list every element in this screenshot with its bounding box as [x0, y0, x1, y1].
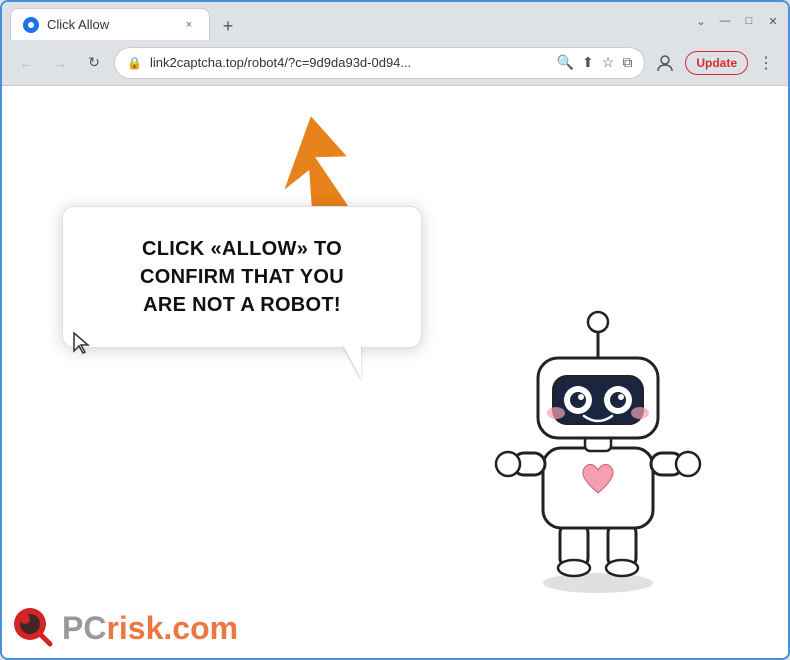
pcrisk-label: PCrisk.com — [62, 610, 238, 647]
profile-button[interactable] — [651, 49, 679, 77]
tab-strip-menu-button[interactable]: ⌄ — [694, 14, 708, 28]
share-icon[interactable]: ⬆ — [582, 54, 594, 71]
title-bar: Click Allow × + ⌄ — □ ✕ — [2, 2, 788, 40]
lock-icon: 🔒 — [127, 56, 142, 70]
close-button[interactable]: ✕ — [766, 14, 780, 28]
tab-area: Click Allow × + — [10, 2, 684, 40]
profile-icon — [656, 54, 674, 72]
refresh-button[interactable]: ↻ — [80, 49, 108, 77]
robot-svg — [488, 298, 708, 598]
window-controls: ⌄ — □ ✕ — [694, 14, 780, 28]
page-content: CLICK «ALLOW» TO CONFIRM THAT YOU ARE NO… — [2, 86, 788, 658]
tab-favicon — [23, 17, 39, 33]
address-bar[interactable]: 🔒 link2captcha.top/robot4/?c=9d9da93d-0d… — [114, 47, 645, 79]
tab-title: Click Allow — [47, 17, 109, 32]
bubble-line1: CLICK «ALLOW» TO CONFIRM THAT YOU — [140, 238, 344, 288]
update-button[interactable]: Update — [685, 51, 748, 75]
bubble-text: CLICK «ALLOW» TO CONFIRM THAT YOU ARE NO… — [93, 235, 391, 319]
active-tab[interactable]: Click Allow × — [10, 8, 210, 40]
tab-close-button[interactable]: × — [181, 17, 197, 33]
bubble-line2: ARE NOT A ROBOT! — [143, 294, 341, 316]
navigation-bar: ← → ↻ 🔒 link2captcha.top/robot4/?c=9d9da… — [2, 40, 788, 86]
forward-button[interactable]: → — [46, 49, 74, 77]
bookmark-icon[interactable]: ☆ — [602, 54, 615, 71]
nav-right-controls: Update ⋮ — [651, 49, 778, 77]
pcrisk-logo-icon — [12, 606, 56, 650]
extensions-icon[interactable]: ⧉ — [622, 54, 632, 71]
back-button[interactable]: ← — [12, 49, 40, 77]
mouse-cursor — [72, 331, 92, 361]
url-text: link2captcha.top/robot4/?c=9d9da93d-0d94… — [150, 55, 549, 70]
browser-menu-button[interactable]: ⋮ — [754, 49, 778, 77]
speech-bubble: CLICK «ALLOW» TO CONFIRM THAT YOU ARE NO… — [62, 206, 422, 348]
minimize-button[interactable]: — — [718, 14, 732, 28]
maximize-button[interactable]: □ — [742, 14, 756, 28]
search-icon[interactable]: 🔍 — [557, 54, 574, 71]
pcrisk-pc-text: PC — [62, 610, 106, 646]
browser-window: Click Allow × + ⌄ — □ ✕ ← → ↻ 🔒 link2cap… — [0, 0, 790, 660]
pcrisk-risk-text: risk.com — [106, 610, 238, 646]
robot-character — [488, 298, 708, 598]
new-tab-button[interactable]: + — [214, 12, 242, 40]
address-bar-icons: 🔍 ⬆ ☆ ⧉ — [557, 54, 633, 71]
pcrisk-watermark: PCrisk.com — [12, 606, 238, 650]
